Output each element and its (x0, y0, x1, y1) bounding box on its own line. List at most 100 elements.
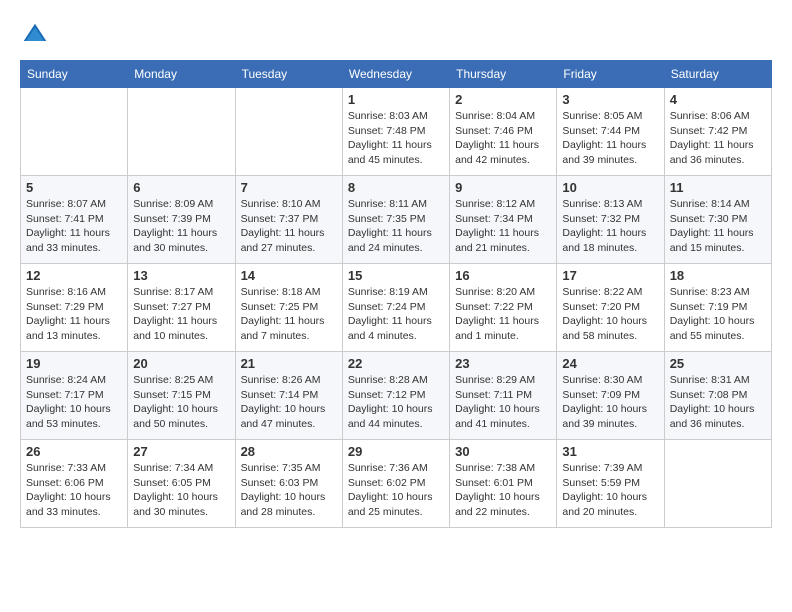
day-number: 10 (562, 180, 658, 195)
day-info: Sunrise: 7:33 AM Sunset: 6:06 PM Dayligh… (26, 461, 122, 520)
day-info: Sunrise: 8:13 AM Sunset: 7:32 PM Dayligh… (562, 197, 658, 256)
day-number: 22 (348, 356, 444, 371)
calendar-header-row: SundayMondayTuesdayWednesdayThursdayFrid… (21, 61, 772, 88)
calendar-cell: 29 Sunrise: 7:36 AM Sunset: 6:02 PM Dayli… (342, 440, 449, 528)
calendar-week-row: 26 Sunrise: 7:33 AM Sunset: 6:06 PM Dayli… (21, 440, 772, 528)
day-info: Sunrise: 8:18 AM Sunset: 7:25 PM Dayligh… (241, 285, 337, 344)
day-number: 20 (133, 356, 229, 371)
logo-icon (20, 20, 50, 50)
day-info: Sunrise: 8:05 AM Sunset: 7:44 PM Dayligh… (562, 109, 658, 168)
calendar-cell: 7 Sunrise: 8:10 AM Sunset: 7:37 PM Daylig… (235, 176, 342, 264)
day-number: 16 (455, 268, 551, 283)
calendar-cell: 6Sunrise: 8:09 AM Sunset: 7:39 PM Daylig… (128, 176, 235, 264)
day-number: 15 (348, 268, 444, 283)
day-number: 1 (348, 92, 444, 107)
calendar-cell: 26 Sunrise: 7:33 AM Sunset: 6:06 PM Dayli… (21, 440, 128, 528)
calendar-cell: 12 Sunrise: 8:16 AM Sunset: 7:29 PM Dayli… (21, 264, 128, 352)
day-info: Sunrise: 8:25 AM Sunset: 7:15 PM Dayligh… (133, 373, 229, 432)
logo (20, 20, 54, 50)
day-info: Sunrise: 8:04 AM Sunset: 7:46 PM Dayligh… (455, 109, 551, 168)
calendar-week-row: 5Sunrise: 8:07 AM Sunset: 7:41 PM Daylig… (21, 176, 772, 264)
calendar-cell: 15 Sunrise: 8:19 AM Sunset: 7:24 PM Dayli… (342, 264, 449, 352)
day-number: 2 (455, 92, 551, 107)
day-number: 27 (133, 444, 229, 459)
page-header (20, 20, 772, 50)
day-info: Sunrise: 8:11 AM Sunset: 7:35 PM Dayligh… (348, 197, 444, 256)
day-of-week-header: Monday (128, 61, 235, 88)
day-info: Sunrise: 7:35 AM Sunset: 6:03 PM Dayligh… (241, 461, 337, 520)
day-number: 18 (670, 268, 766, 283)
calendar-cell: 13 Sunrise: 8:17 AM Sunset: 7:27 PM Dayli… (128, 264, 235, 352)
day-info: Sunrise: 7:36 AM Sunset: 6:02 PM Dayligh… (348, 461, 444, 520)
calendar-cell (21, 88, 128, 176)
day-info: Sunrise: 8:20 AM Sunset: 7:22 PM Dayligh… (455, 285, 551, 344)
day-info: Sunrise: 8:16 AM Sunset: 7:29 PM Dayligh… (26, 285, 122, 344)
day-info: Sunrise: 8:19 AM Sunset: 7:24 PM Dayligh… (348, 285, 444, 344)
calendar-cell (235, 88, 342, 176)
calendar-cell: 9 Sunrise: 8:12 AM Sunset: 7:34 PM Daylig… (450, 176, 557, 264)
calendar-cell: 17 Sunrise: 8:22 AM Sunset: 7:20 PM Dayli… (557, 264, 664, 352)
calendar-cell: 11Sunrise: 8:14 AM Sunset: 7:30 PM Dayli… (664, 176, 771, 264)
day-number: 12 (26, 268, 122, 283)
day-info: Sunrise: 8:24 AM Sunset: 7:17 PM Dayligh… (26, 373, 122, 432)
calendar-cell: 24Sunrise: 8:30 AM Sunset: 7:09 PM Dayli… (557, 352, 664, 440)
calendar-cell: 31Sunrise: 7:39 AM Sunset: 5:59 PM Dayli… (557, 440, 664, 528)
calendar-week-row: 1Sunrise: 8:03 AM Sunset: 7:48 PM Daylig… (21, 88, 772, 176)
calendar-cell: 27 Sunrise: 7:34 AM Sunset: 6:05 PM Dayli… (128, 440, 235, 528)
day-info: Sunrise: 8:17 AM Sunset: 7:27 PM Dayligh… (133, 285, 229, 344)
day-number: 4 (670, 92, 766, 107)
day-number: 23 (455, 356, 551, 371)
day-number: 19 (26, 356, 122, 371)
calendar-cell: 3 Sunrise: 8:05 AM Sunset: 7:44 PM Daylig… (557, 88, 664, 176)
day-number: 26 (26, 444, 122, 459)
day-of-week-header: Tuesday (235, 61, 342, 88)
calendar-week-row: 12 Sunrise: 8:16 AM Sunset: 7:29 PM Dayli… (21, 264, 772, 352)
calendar-cell: 5Sunrise: 8:07 AM Sunset: 7:41 PM Daylig… (21, 176, 128, 264)
day-info: Sunrise: 8:30 AM Sunset: 7:09 PM Dayligh… (562, 373, 658, 432)
calendar-cell: 2 Sunrise: 8:04 AM Sunset: 7:46 PM Daylig… (450, 88, 557, 176)
day-number: 14 (241, 268, 337, 283)
calendar-cell: 14 Sunrise: 8:18 AM Sunset: 7:25 PM Dayli… (235, 264, 342, 352)
day-number: 3 (562, 92, 658, 107)
day-info: Sunrise: 7:34 AM Sunset: 6:05 PM Dayligh… (133, 461, 229, 520)
calendar-cell: 25 Sunrise: 8:31 AM Sunset: 7:08 PM Dayli… (664, 352, 771, 440)
calendar-cell: 21Sunrise: 8:26 AM Sunset: 7:14 PM Dayli… (235, 352, 342, 440)
day-info: Sunrise: 8:14 AM Sunset: 7:30 PM Dayligh… (670, 197, 766, 256)
day-number: 30 (455, 444, 551, 459)
calendar-week-row: 19 Sunrise: 8:24 AM Sunset: 7:17 PM Dayli… (21, 352, 772, 440)
calendar-cell (128, 88, 235, 176)
calendar-table: SundayMondayTuesdayWednesdayThursdayFrid… (20, 60, 772, 528)
day-info: Sunrise: 8:06 AM Sunset: 7:42 PM Dayligh… (670, 109, 766, 168)
day-of-week-header: Thursday (450, 61, 557, 88)
day-info: Sunrise: 8:10 AM Sunset: 7:37 PM Dayligh… (241, 197, 337, 256)
calendar-cell: 10 Sunrise: 8:13 AM Sunset: 7:32 PM Dayli… (557, 176, 664, 264)
day-info: Sunrise: 8:12 AM Sunset: 7:34 PM Dayligh… (455, 197, 551, 256)
day-info: Sunrise: 8:31 AM Sunset: 7:08 PM Dayligh… (670, 373, 766, 432)
calendar-cell: 4 Sunrise: 8:06 AM Sunset: 7:42 PM Daylig… (664, 88, 771, 176)
day-number: 8 (348, 180, 444, 195)
calendar-cell: 16 Sunrise: 8:20 AM Sunset: 7:22 PM Dayli… (450, 264, 557, 352)
day-number: 9 (455, 180, 551, 195)
calendar-cell: 23Sunrise: 8:29 AM Sunset: 7:11 PM Dayli… (450, 352, 557, 440)
day-of-week-header: Sunday (21, 61, 128, 88)
day-info: Sunrise: 7:39 AM Sunset: 5:59 PM Dayligh… (562, 461, 658, 520)
day-number: 7 (241, 180, 337, 195)
day-number: 5 (26, 180, 122, 195)
day-info: Sunrise: 8:23 AM Sunset: 7:19 PM Dayligh… (670, 285, 766, 344)
day-number: 29 (348, 444, 444, 459)
day-of-week-header: Friday (557, 61, 664, 88)
day-info: Sunrise: 8:28 AM Sunset: 7:12 PM Dayligh… (348, 373, 444, 432)
calendar-cell: 18 Sunrise: 8:23 AM Sunset: 7:19 PM Dayli… (664, 264, 771, 352)
day-number: 25 (670, 356, 766, 371)
day-info: Sunrise: 8:22 AM Sunset: 7:20 PM Dayligh… (562, 285, 658, 344)
calendar-cell: 22 Sunrise: 8:28 AM Sunset: 7:12 PM Dayli… (342, 352, 449, 440)
day-number: 28 (241, 444, 337, 459)
day-of-week-header: Wednesday (342, 61, 449, 88)
day-info: Sunrise: 7:38 AM Sunset: 6:01 PM Dayligh… (455, 461, 551, 520)
calendar-cell (664, 440, 771, 528)
day-of-week-header: Saturday (664, 61, 771, 88)
day-info: Sunrise: 8:26 AM Sunset: 7:14 PM Dayligh… (241, 373, 337, 432)
calendar-cell: 20 Sunrise: 8:25 AM Sunset: 7:15 PM Dayli… (128, 352, 235, 440)
day-number: 13 (133, 268, 229, 283)
day-number: 17 (562, 268, 658, 283)
